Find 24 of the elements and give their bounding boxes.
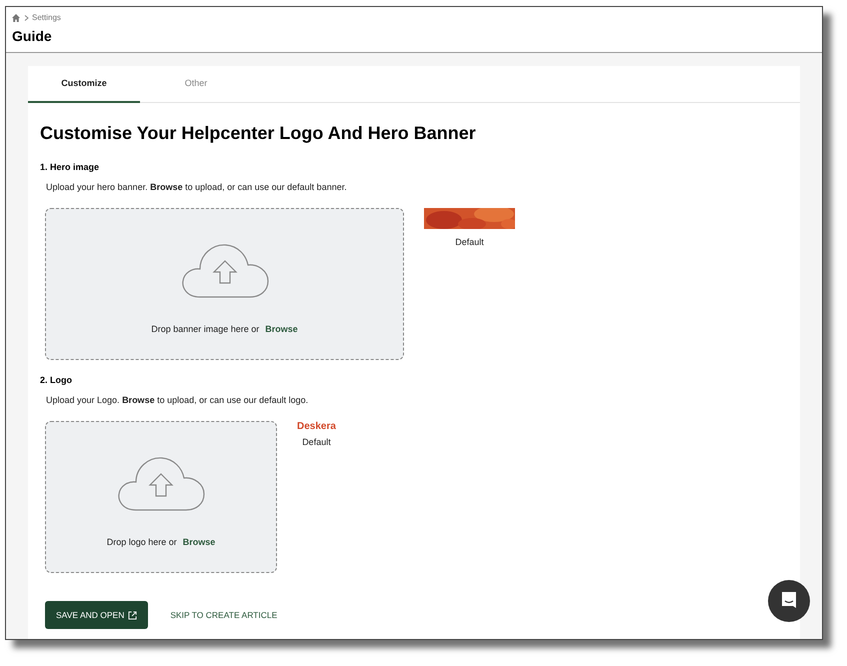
breadcrumb-link[interactable]: Settings [32,12,61,24]
browse-link[interactable]: Browse [265,323,298,336]
default-label: Default [302,436,331,449]
drop-hint: Drop logo here or [106,536,177,549]
home-icon[interactable] [12,14,20,22]
drop-hint: Drop banner image here or [151,323,260,336]
section-title: 2. Logo [40,374,73,387]
chat-icon [780,591,798,611]
default-label: Default [455,236,484,249]
section-description: Upload your Logo. Browse to upload, or can use our default logo. [46,394,310,407]
drop-zone[interactable]: Drop banner image here or Browse [45,208,404,360]
browse-link[interactable]: Browse [182,536,216,550]
page-heading: Customise Your Helpcenter Logo And Hero Banner [40,122,477,145]
skip-link[interactable]: SKIP TO CREATE ARTICLE [170,608,278,622]
chevron-icon [24,15,29,21]
section-description: Upload your hero banner. Browse to upload, or can use our default banner. [46,180,348,194]
section-title: 1. Hero image [40,161,100,174]
drop-zone[interactable]: Drop logo here or Browse [45,421,277,573]
page-title: Guide [12,27,53,46]
tab[interactable]: Customize [28,66,140,103]
tab[interactable]: Other [140,66,252,103]
external-link-icon [128,610,138,620]
save-and-open-button[interactable]: SAVE AND OPEN [45,601,148,629]
default-logo: Deskera [297,420,336,434]
